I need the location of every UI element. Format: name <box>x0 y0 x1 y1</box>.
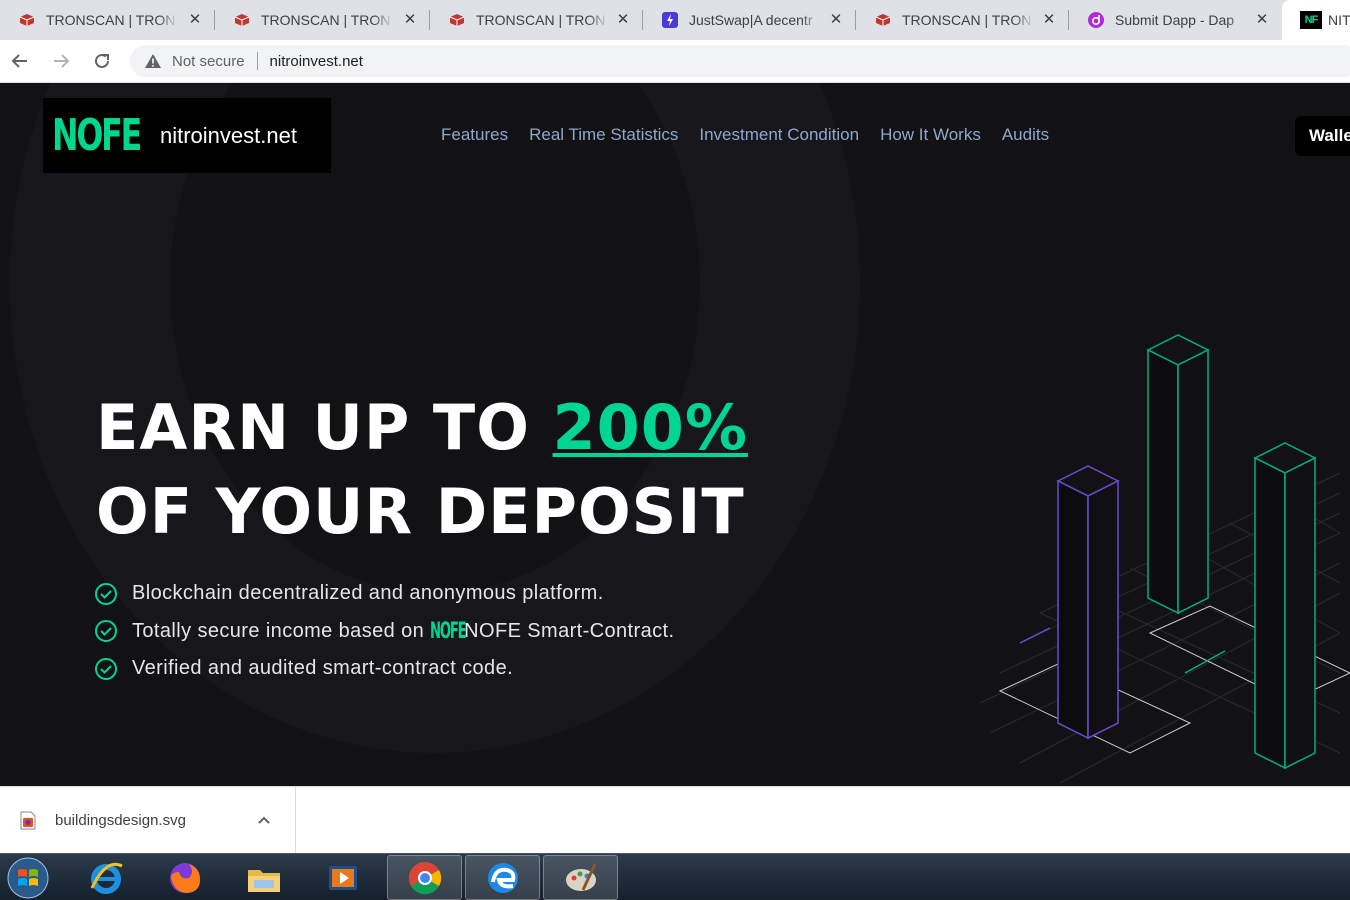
warning-icon[interactable] <box>144 52 162 70</box>
feature-text: Totally secure income based on <box>132 619 425 642</box>
justswap-icon <box>661 12 679 28</box>
taskbar-media-player[interactable] <box>305 855 380 900</box>
browser-tab[interactable]: TRONSCAN | TRON ✕ <box>215 0 430 40</box>
browser-tab[interactable]: TRONSCAN | TRON ✕ <box>0 0 215 40</box>
browser-tab-active[interactable]: NF NIT <box>1282 0 1350 40</box>
feature-item: Totally secure income based on NOFE NOFE… <box>94 613 674 651</box>
taskbar-internet-explorer[interactable] <box>68 855 143 900</box>
start-button[interactable] <box>3 856 53 900</box>
close-tab-icon[interactable]: ✕ <box>828 12 844 28</box>
web-page: NOFE nitroinvest.net Features Real Time … <box>0 83 1350 786</box>
building-green-right <box>1253 442 1317 770</box>
dapp-icon <box>1087 12 1105 28</box>
taskbar-firefox[interactable] <box>147 855 222 900</box>
wallet-button[interactable]: Walle <box>1295 116 1350 156</box>
chrome-icon <box>408 861 441 894</box>
close-tab-icon[interactable]: ✕ <box>1041 12 1057 28</box>
browser-tab-strip: TRONSCAN | TRON ✕ TRONSCAN | TRON ✕ TRON… <box>0 0 1350 40</box>
media-player-icon <box>328 865 357 890</box>
back-button[interactable] <box>7 48 33 74</box>
download-shelf: buildingsdesign.svg <box>0 786 1350 853</box>
building-purple <box>1056 465 1120 740</box>
ground-outline-right <box>1148 605 1350 702</box>
nav-link-how-it-works[interactable]: How It Works <box>880 125 981 145</box>
nofe-icon: NF <box>1300 11 1322 29</box>
tronscan-icon <box>448 12 466 28</box>
taskbar-paint[interactable] <box>543 855 618 900</box>
check-circle-icon <box>95 582 117 605</box>
internet-explorer-icon <box>90 862 123 894</box>
nofe-logo-inline: NOFE <box>430 618 467 644</box>
tronscan-icon <box>18 12 36 28</box>
site-logo[interactable]: NOFE nitroinvest.net <box>43 98 331 173</box>
logo-mark: NOFE <box>52 109 142 161</box>
reload-icon <box>95 53 109 68</box>
hero-prefix: EARN UP TO <box>96 391 553 464</box>
edge-icon <box>487 862 518 893</box>
browser-tab[interactable]: JustSwap|A decentr ✕ <box>643 0 856 40</box>
nav-link-statistics[interactable]: Real Time Statistics <box>529 125 678 145</box>
tab-title: TRONSCAN | TRON <box>476 12 606 28</box>
logo-text: nitroinvest.net <box>160 122 297 148</box>
firefox-icon <box>169 862 200 893</box>
main-nav: Features Real Time Statistics Investment… <box>441 125 1049 145</box>
taskbar-file-explorer[interactable] <box>226 855 301 900</box>
browser-tab[interactable]: TRONSCAN | TRON ✕ <box>856 0 1069 40</box>
reload-button[interactable] <box>89 48 115 74</box>
chevron-up-icon[interactable] <box>256 813 272 827</box>
browser-tab[interactable]: TRONSCAN | TRON ✕ <box>430 0 643 40</box>
paint-icon <box>565 862 596 891</box>
security-label[interactable]: Not secure <box>172 53 245 70</box>
feature-text: NOFE Smart-Contract. <box>464 619 675 642</box>
hero-headline-line1: EARN UP TO 200% <box>96 391 748 464</box>
tab-title: Submit Dapp - Dap <box>1115 12 1235 28</box>
browser-toolbar: Not secure nitroinvest.net <box>0 40 1350 83</box>
hero-headline-line2: OF YOUR DEPOSIT <box>96 475 745 548</box>
feature-text: Verified and audited smart-contract code… <box>132 657 514 680</box>
windows-taskbar <box>0 853 1350 900</box>
back-arrow-icon <box>11 54 27 68</box>
url-text[interactable]: nitroinvest.net <box>270 53 363 70</box>
svg-file-icon <box>20 811 36 830</box>
nav-link-investment-condition[interactable]: Investment Condition <box>699 125 859 145</box>
close-tab-icon[interactable]: ✕ <box>615 12 631 28</box>
feature-item: Verified and audited smart-contract code… <box>94 650 674 688</box>
tab-title: NIT <box>1328 12 1350 28</box>
buildings-illustration <box>980 334 1350 784</box>
download-item[interactable]: buildingsdesign.svg <box>0 787 296 853</box>
nav-link-features[interactable]: Features <box>441 125 508 145</box>
forward-arrow-icon <box>54 54 70 68</box>
check-circle-icon <box>95 657 117 680</box>
file-explorer-icon <box>247 869 280 892</box>
nav-link-audits[interactable]: Audits <box>1002 125 1049 145</box>
feature-list: Blockchain decentralized and anonymous p… <box>94 575 674 688</box>
tab-title: TRONSCAN | TRON <box>46 12 176 28</box>
download-file-name: buildingsdesign.svg <box>55 812 186 829</box>
taskbar-chrome[interactable] <box>387 855 462 900</box>
tab-title: TRONSCAN | TRON <box>902 12 1032 28</box>
accent-line <box>1184 650 1226 674</box>
browser-tab[interactable]: Submit Dapp - Dap ✕ <box>1069 0 1282 40</box>
close-tab-icon[interactable]: ✕ <box>1254 12 1270 28</box>
check-circle-icon <box>95 620 117 643</box>
forward-button[interactable] <box>48 48 74 74</box>
tab-title: JustSwap|A decentr <box>689 12 813 28</box>
taskbar-edge[interactable] <box>465 855 540 900</box>
start-icon <box>7 857 49 899</box>
tab-title: TRONSCAN | TRON <box>261 12 391 28</box>
tronscan-icon <box>874 12 892 28</box>
close-tab-icon[interactable]: ✕ <box>402 12 418 28</box>
tronscan-icon <box>233 12 251 28</box>
hero-percent: 200% <box>552 391 749 464</box>
building-green-tall <box>1146 334 1210 615</box>
address-bar[interactable]: Not secure nitroinvest.net <box>130 45 1350 77</box>
feature-item: Blockchain decentralized and anonymous p… <box>94 575 674 613</box>
omnibox-divider <box>256 52 258 70</box>
accent-line <box>1019 627 1051 644</box>
close-tab-icon[interactable]: ✕ <box>187 12 203 28</box>
feature-text: Blockchain decentralized and anonymous p… <box>132 582 604 605</box>
